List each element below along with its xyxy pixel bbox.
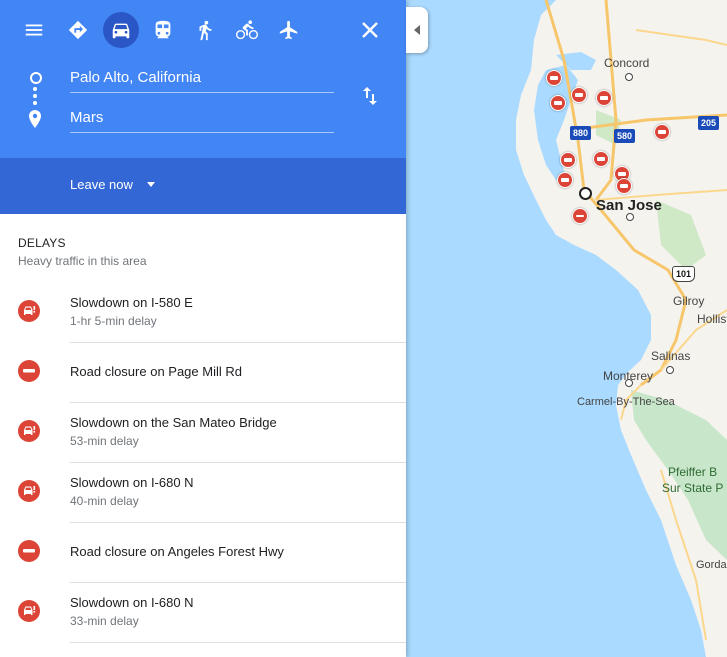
city-dot-icon [666,366,674,374]
origin-marker[interactable] [579,187,592,200]
map-label-gorda: Gorda [696,559,727,571]
city-dot-icon [625,73,633,81]
delay-title: Road closure on Page Mill Rd [70,364,242,379]
origin-circle-icon [30,72,42,84]
train-icon [155,20,171,39]
directions-header: Palo Alto, California Mars [0,0,406,158]
interstate-880-shield: 880 [570,126,592,140]
flights-mode-button[interactable] [271,12,307,48]
interstate-205-shield: 205 [698,116,720,130]
row-divider [70,642,406,643]
traffic-slowdown-icon [18,480,40,502]
map-base [406,0,727,657]
origin-input[interactable]: Palo Alto, California [70,68,334,93]
map-label-carmel: Carmel-By-The-Sea [577,396,675,408]
map-label-concord: Concord [604,56,650,70]
delays-subtitle: Heavy traffic in this area [18,254,147,268]
delay-list-item[interactable]: Road closure on Angeles Forest Hwy [0,523,406,583]
traffic-incident-marker[interactable] [571,87,587,103]
delay-detail: 40-min delay [70,494,139,508]
route-dot-icon [33,94,37,98]
directions-diamond-icon [68,20,88,40]
hamburger-menu-icon[interactable] [16,12,52,48]
bicycle-icon [236,20,258,40]
delay-title: Road closure on Angeles Forest Hwy [70,544,284,559]
airplane-icon [279,20,298,40]
traffic-incident-marker[interactable] [546,70,562,86]
swap-directions-button[interactable] [358,84,382,108]
delay-detail: 33-min delay [70,614,139,628]
delay-title: Slowdown on I-680 N [70,595,194,610]
us-101-shield: 101 [672,266,696,282]
leave-now-label: Leave now [70,177,133,192]
map-label-hollister: Hollist [697,312,727,326]
close-directions-button[interactable] [352,12,388,48]
road-closure-marker[interactable] [572,208,588,224]
swap-vertical-icon [363,87,377,105]
cycling-mode-button[interactable] [229,12,265,48]
map-label-san-jose: San Jose [596,197,662,214]
collapse-panel-button[interactable] [406,7,428,53]
delay-title: Slowdown on I-680 N [70,475,194,490]
route-waypoint-icons [28,70,44,130]
transit-mode-button[interactable] [145,12,181,48]
map-label-gilroy: Gilroy [673,294,705,308]
delay-detail: 1-hr 5-min delay [70,314,157,328]
delay-detail: 53-min delay [70,434,139,448]
traffic-incident-marker[interactable] [654,124,670,140]
destination-input[interactable]: Mars [70,108,334,133]
map-canvas[interactable]: 880 580 205 101 Concord San Jose Gilroy … [406,0,727,657]
traffic-incident-marker[interactable] [550,95,566,111]
chevron-left-icon [414,25,420,35]
close-icon [362,22,378,38]
walking-person-icon [199,20,212,41]
delay-list-item[interactable]: Slowdown on the San Mateo Bridge 53-min d… [0,403,406,463]
traffic-slowdown-icon [18,300,40,322]
road-closure-icon [18,540,40,562]
driving-mode-button[interactable] [103,12,139,48]
delay-list-item[interactable]: Slowdown on I-680 N 40-min delay [0,463,406,523]
map-label-sur-state-park: Sur State P [662,481,724,495]
route-dot-icon [33,101,37,105]
directions-panel: Palo Alto, California Mars Leave now DEL… [0,0,406,657]
chevron-down-icon [146,182,155,187]
map-label-salinas: Salinas [651,349,691,363]
leave-options-bar [0,158,406,214]
leave-now-dropdown[interactable]: Leave now [70,177,155,192]
interstate-580-shield: 580 [614,129,636,143]
traffic-incident-marker[interactable] [616,178,632,194]
route-dot-icon [33,87,37,91]
delay-list-item[interactable]: Road closure on Page Mill Rd [0,343,406,403]
map-label-pfeiffer: Pfeiffer B [668,465,718,479]
traffic-incident-marker[interactable] [557,172,573,188]
travel-mode-bar [0,12,406,48]
delay-title: Slowdown on the San Mateo Bridge [70,415,277,430]
city-dot-icon [625,379,633,387]
traffic-incident-marker[interactable] [560,152,576,168]
delay-title: Slowdown on I-580 E [70,295,193,310]
car-icon [112,23,130,39]
traffic-incident-marker[interactable] [596,90,612,106]
delays-heading: DELAYS [18,236,66,250]
road-closure-icon [18,360,40,382]
traffic-slowdown-icon [18,420,40,442]
best-route-mode-button[interactable] [60,12,96,48]
walking-mode-button[interactable] [187,12,223,48]
delay-list-item[interactable]: Slowdown on I-680 N 33-min delay [0,583,406,643]
destination-pin-icon [29,110,41,128]
city-dot-icon [626,213,634,221]
traffic-incident-marker[interactable] [593,151,609,167]
delay-list-item[interactable]: Slowdown on I-580 E 1-hr 5-min delay [0,283,406,343]
traffic-slowdown-icon [18,600,40,622]
